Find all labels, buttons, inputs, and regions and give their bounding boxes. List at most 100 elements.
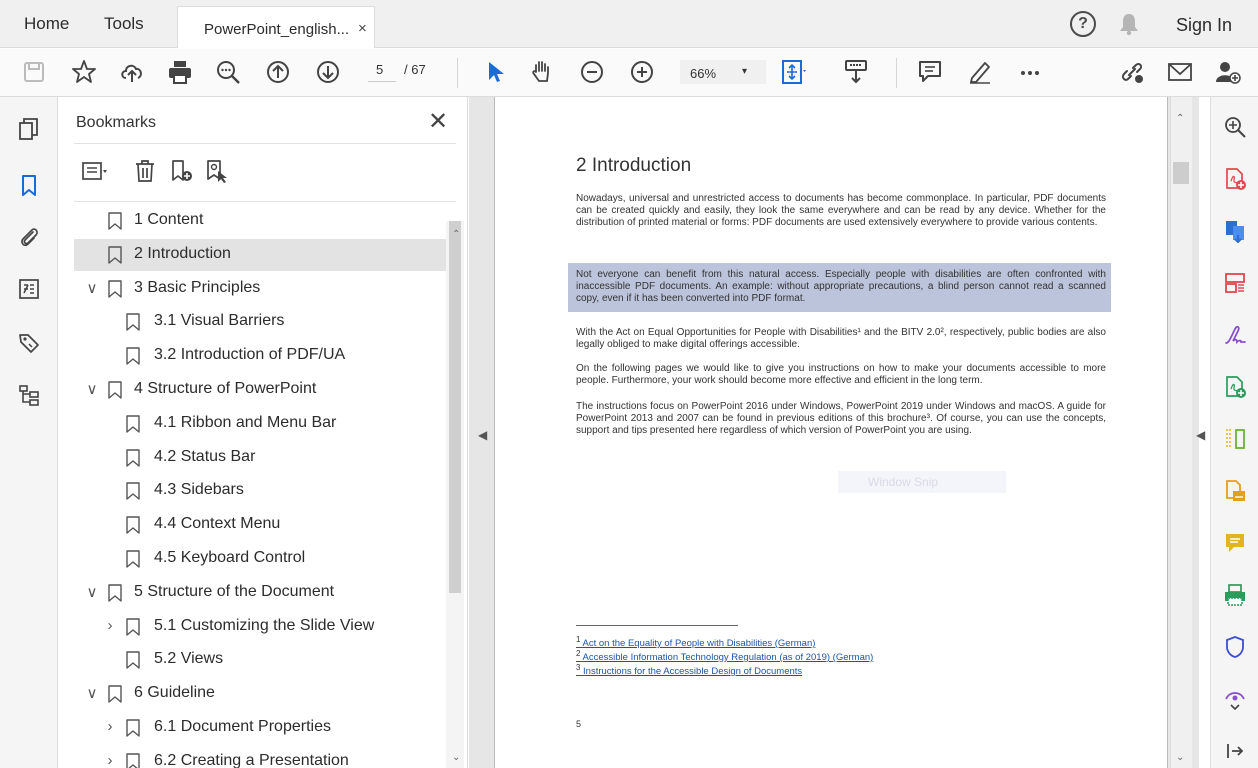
bookmark-item[interactable]: ∨ 4 Structure of PowerPoint: [74, 374, 446, 406]
scroll-down-icon[interactable]: ⌄: [452, 752, 460, 763]
scroll-up-icon[interactable]: ⌃: [452, 229, 460, 240]
add-user-icon[interactable]: [1214, 58, 1242, 86]
close-tab-icon[interactable]: ×: [358, 20, 367, 37]
scroll-mode-icon[interactable]: [842, 58, 870, 86]
bookmark-item[interactable]: 4.4 Context Menu: [74, 509, 446, 541]
bookmark-options-icon[interactable]: [76, 159, 110, 188]
scroll-down-icon[interactable]: ⌄: [1176, 752, 1184, 763]
help-icon[interactable]: ?: [1070, 11, 1096, 37]
zoom-search-icon[interactable]: [214, 58, 242, 86]
content-tree-icon[interactable]: [17, 383, 41, 407]
fit-page-icon[interactable]: [780, 58, 808, 86]
chevron-right-icon[interactable]: ›: [102, 617, 118, 634]
attachment-icon[interactable]: [17, 225, 41, 249]
zoom-tool-icon[interactable]: [1223, 115, 1247, 139]
bookmark-label: 6 Guideline: [134, 684, 215, 702]
bookmark-item[interactable]: 4.1 Ribbon and Menu Bar: [74, 408, 446, 440]
chevron-right-icon[interactable]: ›: [102, 718, 118, 735]
previous-page-icon[interactable]: [264, 58, 292, 86]
protect-icon[interactable]: [1223, 635, 1247, 659]
bookmark-item[interactable]: 4.2 Status Bar: [74, 442, 446, 474]
bookmarks-scroll-thumb[interactable]: [449, 221, 461, 593]
close-icon[interactable]: ✕: [428, 107, 448, 136]
bookmark-label: 4.5 Keyboard Control: [154, 549, 306, 566]
document-tab-label: PowerPoint_english...: [204, 21, 350, 38]
bookmark-item[interactable]: ∨ 3 Basic Principles: [74, 273, 446, 305]
tools-rail: [1210, 97, 1258, 768]
layers-icon[interactable]: [17, 277, 41, 301]
delete-bookmark-icon[interactable]: [133, 159, 157, 188]
bookmark-item[interactable]: › 6.2 Creating a Presentation: [74, 746, 446, 768]
bookmarks-title: Bookmarks: [76, 114, 157, 131]
bookmark-item[interactable]: 3.1 Visual Barriers: [74, 306, 446, 338]
star-icon[interactable]: [70, 58, 98, 86]
organize-pages-icon[interactable]: [1223, 271, 1247, 295]
bookmark-label: 4.4 Context Menu: [154, 515, 281, 533]
bell-icon[interactable]: [1118, 12, 1140, 41]
bookmark-item[interactable]: › 5.1 Customizing the Slide View: [74, 611, 446, 643]
new-bookmark-from-selection-icon[interactable]: [204, 159, 228, 188]
edit-pdf-icon[interactable]: [1223, 375, 1247, 399]
scan-ocr-icon[interactable]: [1223, 583, 1247, 607]
chevron-down-icon[interactable]: ∨: [84, 684, 100, 702]
next-page-icon[interactable]: [314, 58, 342, 86]
bookmark-item[interactable]: 3.2 Introduction of PDF/UA: [74, 340, 446, 372]
document-scrollbar[interactable]: [1170, 97, 1192, 768]
bookmark-item[interactable]: 4.3 Sidebars: [74, 475, 446, 507]
document-scroll-thumb[interactable]: [1173, 162, 1189, 184]
bookmark-label: 5.2 Views: [154, 650, 224, 668]
bookmark-flag-icon: [126, 516, 140, 534]
bookmark-item[interactable]: › 6.1 Document Properties: [74, 712, 446, 744]
bookmark-flag-icon: [108, 279, 122, 298]
collapse-right-panel-icon[interactable]: ◀: [1196, 428, 1205, 442]
zoom-out-icon[interactable]: [578, 58, 606, 86]
share-link-icon[interactable]: [1118, 58, 1146, 86]
save-icon[interactable]: [20, 58, 48, 86]
zoom-in-icon[interactable]: [628, 58, 656, 86]
bookmark-item[interactable]: ∨ 6 Guideline: [74, 678, 446, 710]
tools-tab[interactable]: Tools: [104, 14, 144, 34]
bookmark-flag-icon: [108, 584, 122, 602]
select-cursor-icon[interactable]: [482, 58, 510, 86]
bookmark-icon[interactable]: [17, 173, 41, 197]
bookmark-item[interactable]: 1 Content: [74, 205, 446, 237]
expand-panel-icon[interactable]: [1223, 739, 1247, 763]
comment-tool-icon[interactable]: [1223, 531, 1247, 555]
scroll-up-icon[interactable]: ⌃: [1176, 113, 1184, 124]
bookmark-label: 4.2 Status Bar: [154, 447, 256, 465]
fill-sign-icon[interactable]: [1223, 323, 1247, 347]
export-pdf-icon[interactable]: [1223, 219, 1247, 244]
more-options-icon[interactable]: [1016, 58, 1044, 86]
bookmark-label: 4 Structure of PowerPoint: [134, 380, 317, 397]
chevron-down-icon[interactable]: ∨: [84, 380, 100, 398]
chevron-down-icon[interactable]: ∨: [84, 279, 100, 297]
document-tab[interactable]: PowerPoint_english... ×: [177, 6, 375, 48]
collapse-left-panel-icon[interactable]: ◀: [478, 428, 487, 442]
compare-files-icon[interactable]: [1223, 427, 1247, 451]
accessibility-icon[interactable]: [1223, 687, 1247, 711]
chevron-right-icon[interactable]: ›: [102, 752, 118, 768]
create-pdf-icon[interactable]: [1223, 167, 1247, 191]
home-tab[interactable]: Home: [24, 14, 69, 34]
bookmark-label: 1 Content: [134, 211, 204, 228]
bookmark-item[interactable]: 5.2 Views: [74, 644, 446, 676]
chevron-down-icon[interactable]: ∨: [84, 583, 100, 601]
bookmark-flag-icon: [126, 550, 140, 568]
page-thumbnails-icon[interactable]: [17, 117, 41, 141]
request-signatures-icon[interactable]: [1223, 479, 1247, 503]
bookmark-item[interactable]: ∨ 5 Structure of the Document: [74, 577, 446, 609]
add-bookmark-icon[interactable]: [169, 159, 193, 188]
tags-icon[interactable]: [17, 331, 41, 355]
footnote-link[interactable]: 3 Instructions for the Accessible Design…: [576, 662, 802, 678]
hand-tool-icon[interactable]: [528, 58, 556, 86]
bookmark-item[interactable]: 4.5 Keyboard Control: [74, 543, 446, 575]
upload-cloud-icon[interactable]: [118, 58, 146, 86]
page-heading: 2 Introduction: [576, 155, 692, 176]
email-icon[interactable]: [1166, 58, 1194, 86]
bookmark-item[interactable]: 2 Introduction: [74, 238, 446, 271]
print-icon[interactable]: [166, 58, 194, 86]
highlight-pen-icon[interactable]: [966, 58, 994, 86]
comment-icon[interactable]: [916, 58, 944, 86]
sign-in-button[interactable]: Sign In: [1176, 15, 1232, 36]
bookmark-flag-icon: [126, 313, 140, 332]
